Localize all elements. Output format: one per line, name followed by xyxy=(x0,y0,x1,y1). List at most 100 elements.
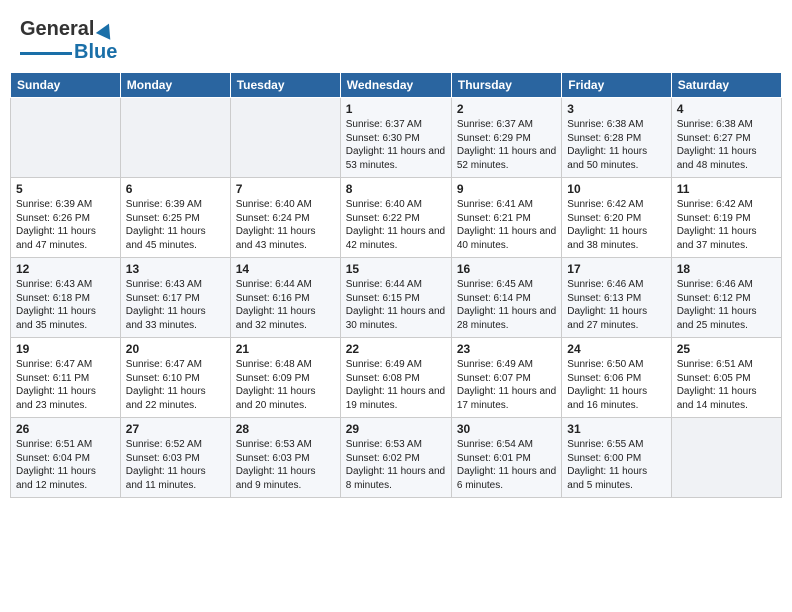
calendar-week-row: 5 Sunrise: 6:39 AM Sunset: 6:26 PM Daylig… xyxy=(11,178,782,258)
day-number: 15 xyxy=(346,262,446,276)
calendar-cell: 10 Sunrise: 6:42 AM Sunset: 6:20 PM Dayli… xyxy=(562,178,671,258)
calendar-cell: 24 Sunrise: 6:50 AM Sunset: 6:06 PM Dayli… xyxy=(562,338,671,418)
calendar-cell: 3 Sunrise: 6:38 AM Sunset: 6:28 PM Daylig… xyxy=(562,98,671,178)
calendar-cell: 12 Sunrise: 6:43 AM Sunset: 6:18 PM Dayli… xyxy=(11,258,121,338)
calendar-cell: 5 Sunrise: 6:39 AM Sunset: 6:26 PM Daylig… xyxy=(11,178,121,258)
day-info: Sunrise: 6:39 AM Sunset: 6:25 PM Dayligh… xyxy=(126,198,225,252)
calendar-cell: 11Sunrise: 6:42 AM Sunset: 6:19 PM Dayli… xyxy=(671,178,781,258)
day-number: 4 xyxy=(677,102,776,116)
day-number: 28 xyxy=(236,422,335,436)
calendar-table: SundayMondayTuesdayWednesdayThursdayFrid… xyxy=(10,72,782,498)
calendar-cell: 8Sunrise: 6:40 AM Sunset: 6:22 PM Daylig… xyxy=(340,178,451,258)
calendar-cell: 31Sunrise: 6:55 AM Sunset: 6:00 PM Dayli… xyxy=(562,418,671,498)
day-info: Sunrise: 6:54 AM Sunset: 6:01 PM Dayligh… xyxy=(457,438,556,492)
calendar-cell: 30 Sunrise: 6:54 AM Sunset: 6:01 PM Dayli… xyxy=(451,418,561,498)
day-info: Sunrise: 6:48 AM Sunset: 6:09 PM Dayligh… xyxy=(236,358,335,412)
day-number: 12 xyxy=(16,262,115,276)
calendar-cell: 23 Sunrise: 6:49 AM Sunset: 6:07 PM Dayli… xyxy=(451,338,561,418)
day-info: Sunrise: 6:37 AM Sunset: 6:30 PM Dayligh… xyxy=(346,118,446,172)
day-number: 18 xyxy=(677,262,776,276)
calendar-cell: 25Sunrise: 6:51 AM Sunset: 6:05 PM Dayli… xyxy=(671,338,781,418)
day-info: Sunrise: 6:42 AM Sunset: 6:20 PM Dayligh… xyxy=(567,198,665,252)
logo: General Blue xyxy=(20,18,117,64)
day-number: 20 xyxy=(126,342,225,356)
calendar-cell: 17 Sunrise: 6:46 AM Sunset: 6:13 PM Dayli… xyxy=(562,258,671,338)
calendar-cell xyxy=(11,98,121,178)
day-number: 24 xyxy=(567,342,665,356)
calendar-cell: 26Sunrise: 6:51 AM Sunset: 6:04 PM Dayli… xyxy=(11,418,121,498)
calendar-cell: 20Sunrise: 6:47 AM Sunset: 6:10 PM Dayli… xyxy=(120,338,230,418)
calendar-day-header: Tuesday xyxy=(230,73,340,98)
calendar-cell: 21 Sunrise: 6:48 AM Sunset: 6:09 PM Dayli… xyxy=(230,338,340,418)
calendar-cell: 22 Sunrise: 6:49 AM Sunset: 6:08 PM Dayli… xyxy=(340,338,451,418)
day-info: Sunrise: 6:40 AM Sunset: 6:24 PM Dayligh… xyxy=(236,198,335,252)
calendar-cell: 27 Sunrise: 6:52 AM Sunset: 6:03 PM Dayli… xyxy=(120,418,230,498)
day-info: Sunrise: 6:42 AM Sunset: 6:19 PM Dayligh… xyxy=(677,198,776,252)
day-info: Sunrise: 6:46 AM Sunset: 6:12 PM Dayligh… xyxy=(677,278,776,332)
day-number: 30 xyxy=(457,422,556,436)
calendar-cell: 19Sunrise: 6:47 AM Sunset: 6:11 PM Dayli… xyxy=(11,338,121,418)
calendar-day-header: Thursday xyxy=(451,73,561,98)
calendar-week-row: 19Sunrise: 6:47 AM Sunset: 6:11 PM Dayli… xyxy=(11,338,782,418)
calendar-cell: 4Sunrise: 6:38 AM Sunset: 6:27 PM Daylig… xyxy=(671,98,781,178)
day-number: 3 xyxy=(567,102,665,116)
day-info: Sunrise: 6:52 AM Sunset: 6:03 PM Dayligh… xyxy=(126,438,225,492)
day-info: Sunrise: 6:39 AM Sunset: 6:26 PM Dayligh… xyxy=(16,198,115,252)
calendar-cell: 29Sunrise: 6:53 AM Sunset: 6:02 PM Dayli… xyxy=(340,418,451,498)
calendar-cell xyxy=(230,98,340,178)
calendar-cell: 7 Sunrise: 6:40 AM Sunset: 6:24 PM Daylig… xyxy=(230,178,340,258)
day-info: Sunrise: 6:53 AM Sunset: 6:02 PM Dayligh… xyxy=(346,438,446,492)
day-number: 22 xyxy=(346,342,446,356)
calendar-cell: 18 Sunrise: 6:46 AM Sunset: 6:12 PM Dayli… xyxy=(671,258,781,338)
calendar-cell: 2 Sunrise: 6:37 AM Sunset: 6:29 PM Daylig… xyxy=(451,98,561,178)
day-number: 14 xyxy=(236,262,335,276)
day-info: Sunrise: 6:44 AM Sunset: 6:15 PM Dayligh… xyxy=(346,278,446,332)
calendar-cell: 1Sunrise: 6:37 AM Sunset: 6:30 PM Daylig… xyxy=(340,98,451,178)
logo-blue: Blue xyxy=(74,41,117,64)
day-number: 27 xyxy=(126,422,225,436)
calendar-cell: 15 Sunrise: 6:44 AM Sunset: 6:15 PM Dayli… xyxy=(340,258,451,338)
day-number: 17 xyxy=(567,262,665,276)
calendar-cell: 6 Sunrise: 6:39 AM Sunset: 6:25 PM Daylig… xyxy=(120,178,230,258)
calendar-header-row: SundayMondayTuesdayWednesdayThursdayFrid… xyxy=(11,73,782,98)
calendar-cell xyxy=(671,418,781,498)
day-info: Sunrise: 6:47 AM Sunset: 6:11 PM Dayligh… xyxy=(16,358,115,412)
day-info: Sunrise: 6:41 AM Sunset: 6:21 PM Dayligh… xyxy=(457,198,556,252)
day-number: 31 xyxy=(567,422,665,436)
calendar-cell: 14Sunrise: 6:44 AM Sunset: 6:16 PM Dayli… xyxy=(230,258,340,338)
day-number: 7 xyxy=(236,182,335,196)
day-number: 2 xyxy=(457,102,556,116)
day-info: Sunrise: 6:37 AM Sunset: 6:29 PM Dayligh… xyxy=(457,118,556,172)
day-number: 16 xyxy=(457,262,556,276)
calendar-cell: 16 Sunrise: 6:45 AM Sunset: 6:14 PM Dayli… xyxy=(451,258,561,338)
day-info: Sunrise: 6:50 AM Sunset: 6:06 PM Dayligh… xyxy=(567,358,665,412)
calendar-week-row: 26Sunrise: 6:51 AM Sunset: 6:04 PM Dayli… xyxy=(11,418,782,498)
day-number: 25 xyxy=(677,342,776,356)
day-number: 23 xyxy=(457,342,556,356)
day-number: 21 xyxy=(236,342,335,356)
logo-line xyxy=(20,52,72,55)
calendar-week-row: 1Sunrise: 6:37 AM Sunset: 6:30 PM Daylig… xyxy=(11,98,782,178)
day-number: 5 xyxy=(16,182,115,196)
day-number: 13 xyxy=(126,262,225,276)
day-number: 10 xyxy=(567,182,665,196)
calendar-day-header: Monday xyxy=(120,73,230,98)
day-info: Sunrise: 6:38 AM Sunset: 6:28 PM Dayligh… xyxy=(567,118,665,172)
day-info: Sunrise: 6:49 AM Sunset: 6:07 PM Dayligh… xyxy=(457,358,556,412)
logo-general: General xyxy=(20,18,94,41)
calendar-day-header: Friday xyxy=(562,73,671,98)
day-number: 9 xyxy=(457,182,556,196)
day-number: 6 xyxy=(126,182,225,196)
day-info: Sunrise: 6:46 AM Sunset: 6:13 PM Dayligh… xyxy=(567,278,665,332)
day-info: Sunrise: 6:43 AM Sunset: 6:18 PM Dayligh… xyxy=(16,278,115,332)
day-info: Sunrise: 6:49 AM Sunset: 6:08 PM Dayligh… xyxy=(346,358,446,412)
calendar-cell: 28Sunrise: 6:53 AM Sunset: 6:03 PM Dayli… xyxy=(230,418,340,498)
calendar-cell: 13Sunrise: 6:43 AM Sunset: 6:17 PM Dayli… xyxy=(120,258,230,338)
logo-triangle-icon xyxy=(96,20,116,39)
calendar-cell xyxy=(120,98,230,178)
day-info: Sunrise: 6:51 AM Sunset: 6:04 PM Dayligh… xyxy=(16,438,115,492)
calendar-week-row: 12 Sunrise: 6:43 AM Sunset: 6:18 PM Dayli… xyxy=(11,258,782,338)
calendar-day-header: Sunday xyxy=(11,73,121,98)
day-info: Sunrise: 6:40 AM Sunset: 6:22 PM Dayligh… xyxy=(346,198,446,252)
day-info: Sunrise: 6:45 AM Sunset: 6:14 PM Dayligh… xyxy=(457,278,556,332)
